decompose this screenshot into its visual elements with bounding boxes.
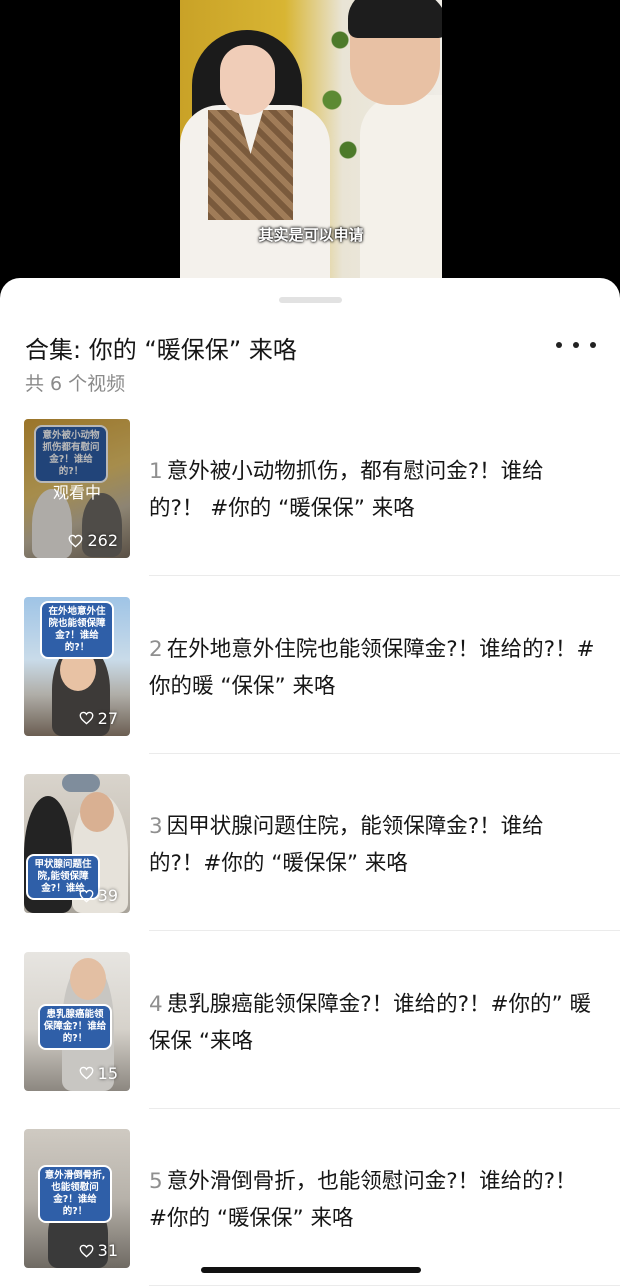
list-item[interactable]: 意外被小动物抓伤都有慰问金?！谁给的?！ 观看中 262 1 意外被小动物抓伤，都… bbox=[0, 419, 620, 597]
video-title[interactable]: 5 意外滑倒骨折，也能领慰问金?！谁给的?！ #你的 “暖保保” 来咯 bbox=[149, 1163, 595, 1237]
divider bbox=[149, 752, 620, 754]
video-thumbnail[interactable]: 在外地意外住院也能领保障金?！谁给的?！ 27 bbox=[24, 596, 130, 736]
video-frame: 其实是可以申请 bbox=[180, 0, 442, 280]
video-title[interactable]: 1 意外被小动物抓伤，都有慰问金?！谁给的?！ #你的 “暖保保” 来咯 bbox=[149, 453, 595, 527]
like-count: 262 bbox=[68, 531, 118, 550]
video-count: 共 6 个视频 bbox=[25, 373, 126, 395]
woman-face bbox=[220, 45, 275, 115]
heart-icon bbox=[79, 711, 94, 725]
like-count: 27 bbox=[79, 709, 118, 728]
video-thumbnail[interactable]: 意外滑倒骨折,也能领慰问金?！谁给的?！ 31 bbox=[24, 1129, 130, 1268]
heart-icon bbox=[79, 1066, 94, 1080]
list-item[interactable]: 意外滑倒骨折,也能领慰问金?！谁给的?！ 31 5 意外滑倒骨折，也能领慰问金?！… bbox=[0, 1129, 620, 1286]
man-hair bbox=[348, 0, 442, 38]
list-item[interactable]: 甲状腺问题住院,能领保障金?！谁给 39 3 因甲状腺问题住院，能领保障金?！谁给… bbox=[0, 774, 620, 952]
heart-icon bbox=[79, 1244, 94, 1258]
video-player[interactable]: 其实是可以申请 bbox=[0, 0, 620, 300]
video-thumbnail[interactable]: 意外被小动物抓伤都有慰问金?！谁给的?！ 观看中 262 bbox=[24, 419, 130, 558]
divider bbox=[149, 1107, 620, 1109]
like-count: 39 bbox=[79, 886, 118, 905]
video-title[interactable]: 4 患乳腺癌能领保障金?！谁给的?！#你的” 暖保保 “来咯 bbox=[149, 986, 595, 1060]
more-horizontal-icon[interactable] bbox=[556, 334, 596, 356]
now-watching-label: 观看中 bbox=[52, 483, 101, 502]
video-title[interactable]: 2 在外地意外住院也能领保障金?！谁给的?！#你的暖 “保保” 来咯 bbox=[149, 631, 595, 705]
man-body bbox=[360, 95, 442, 280]
cloud-icon bbox=[62, 774, 100, 792]
like-count: 15 bbox=[79, 1064, 118, 1083]
thumbnail-caption-card: 患乳腺癌能领保障金?！谁给的?！ bbox=[38, 1003, 112, 1050]
video-title[interactable]: 3 因甲状腺问题住院，能领保障金?！谁给的?！#你的 “暖保保” 来咯 bbox=[149, 808, 595, 882]
list-item[interactable]: 在外地意外住院也能领保障金?！谁给的?！ 27 2 在外地意外住院也能领保障金?！… bbox=[0, 596, 620, 775]
video-subtitle: 其实是可以申请 bbox=[258, 226, 364, 244]
sheet-drag-handle[interactable] bbox=[279, 297, 342, 303]
heart-icon bbox=[79, 889, 94, 903]
divider bbox=[149, 930, 620, 931]
like-count: 31 bbox=[79, 1241, 118, 1260]
home-indicator[interactable] bbox=[201, 1267, 421, 1273]
thumbnail-caption-card: 在外地意外住院也能领保障金?！谁给的?！ bbox=[40, 600, 114, 659]
video-thumbnail[interactable]: 甲状腺问题住院,能领保障金?！谁给 39 bbox=[24, 774, 130, 913]
video-thumbnail[interactable]: 患乳腺癌能领保障金?！谁给的?！ 15 bbox=[24, 951, 130, 1091]
heart-icon bbox=[69, 534, 83, 548]
collection-title: 合集: 你的 “暖保保” 来咯 bbox=[25, 336, 297, 364]
video-list: 意外被小动物抓伤都有慰问金?！谁给的?！ 观看中 262 1 意外被小动物抓伤，都… bbox=[0, 419, 620, 1286]
collection-sheet: 合集: 你的 “暖保保” 来咯 共 6 个视频 意外被小动物抓伤都有慰问金?！谁… bbox=[0, 278, 620, 1286]
thumbnail-caption-card: 意外滑倒骨折,也能领慰问金?！谁给的?！ bbox=[38, 1165, 112, 1223]
divider bbox=[149, 575, 620, 576]
list-item[interactable]: 患乳腺癌能领保障金?！谁给的?！ 15 4 患乳腺癌能领保障金?！谁给的?！#你的… bbox=[0, 951, 620, 1130]
